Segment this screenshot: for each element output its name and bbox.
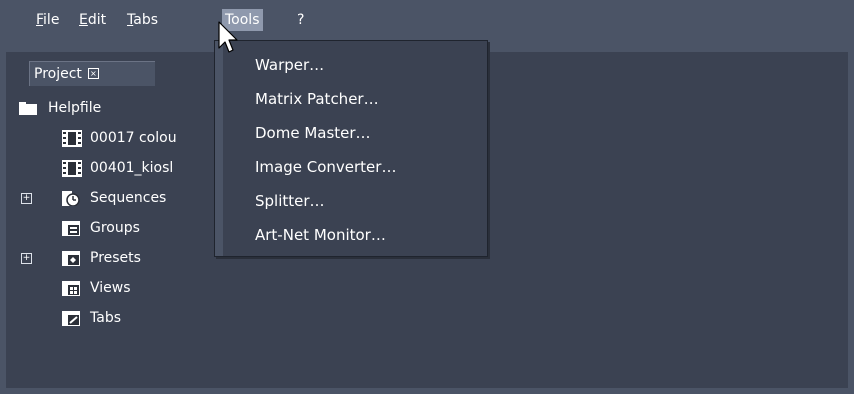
menu-file-mnemonic: F: [36, 12, 44, 28]
tree-item-media-00401[interactable]: 00401_kiosl: [6, 158, 206, 178]
menu-edit-label: dit: [87, 12, 107, 28]
menu-item-warper[interactable]: Warper…: [255, 52, 324, 78]
tree-item-presets[interactable]: + Presets: [6, 248, 206, 268]
project-tab-title: Project: [34, 66, 82, 82]
expand-icon[interactable]: +: [21, 253, 32, 264]
menu-tabs[interactable]: Tabs: [124, 9, 161, 31]
menu-bar: File Edit Tabs Tools ?: [0, 0, 854, 38]
tree-item-label: Tabs: [90, 310, 121, 326]
menu-edit-mnemonic: E: [79, 12, 88, 28]
menu-help-label: ?: [297, 12, 305, 28]
sequences-icon: [62, 191, 80, 206]
tree-item-label: 00017 colou: [90, 130, 177, 146]
tree-item-label: Sequences: [90, 190, 167, 206]
tree-item-sequences[interactable]: + Sequences: [6, 188, 206, 208]
close-icon[interactable]: ×: [87, 67, 99, 79]
tree-item-label: Groups: [90, 220, 140, 236]
tools-dropdown-menu: Warper… Matrix Patcher… Dome Master… Ima…: [214, 40, 488, 257]
tree-item-tabs[interactable]: Tabs: [6, 308, 206, 328]
mouse-cursor-icon: [218, 21, 238, 53]
tree-item-label: Helpfile: [48, 100, 102, 116]
menu-file[interactable]: File: [33, 9, 62, 31]
tree-item-label: Presets: [90, 250, 141, 266]
tree-item-helpfile[interactable]: Helpfile: [6, 98, 206, 118]
menu-edit[interactable]: Edit: [76, 9, 109, 31]
menu-item-splitter[interactable]: Splitter…: [255, 188, 325, 214]
film-icon: [62, 130, 82, 147]
tree-item-label: 00401_kiosl: [90, 160, 174, 176]
menu-tabs-label: abs: [133, 12, 158, 28]
expand-icon[interactable]: +: [21, 193, 32, 204]
folder-icon: [19, 102, 37, 115]
menu-file-label: ile: [43, 12, 60, 28]
tree-item-media-00017[interactable]: 00017 colou: [6, 128, 206, 148]
views-icon: [62, 281, 80, 296]
menu-item-art-net-monitor[interactable]: Art-Net Monitor…: [255, 222, 386, 248]
tabs-icon: [62, 311, 80, 326]
menu-item-image-converter[interactable]: Image Converter…: [255, 154, 396, 180]
film-icon: [62, 160, 82, 177]
tree-item-groups[interactable]: Groups: [6, 218, 206, 238]
presets-icon: [62, 251, 80, 266]
tree-item-label: Views: [90, 280, 131, 296]
menu-item-dome-master[interactable]: Dome Master…: [255, 120, 371, 146]
tree-item-views[interactable]: Views: [6, 278, 206, 298]
groups-icon: [62, 221, 80, 236]
menu-item-matrix-patcher[interactable]: Matrix Patcher…: [255, 86, 379, 112]
menu-help[interactable]: ?: [294, 9, 307, 31]
project-tab-label: Project ×: [34, 62, 99, 86]
